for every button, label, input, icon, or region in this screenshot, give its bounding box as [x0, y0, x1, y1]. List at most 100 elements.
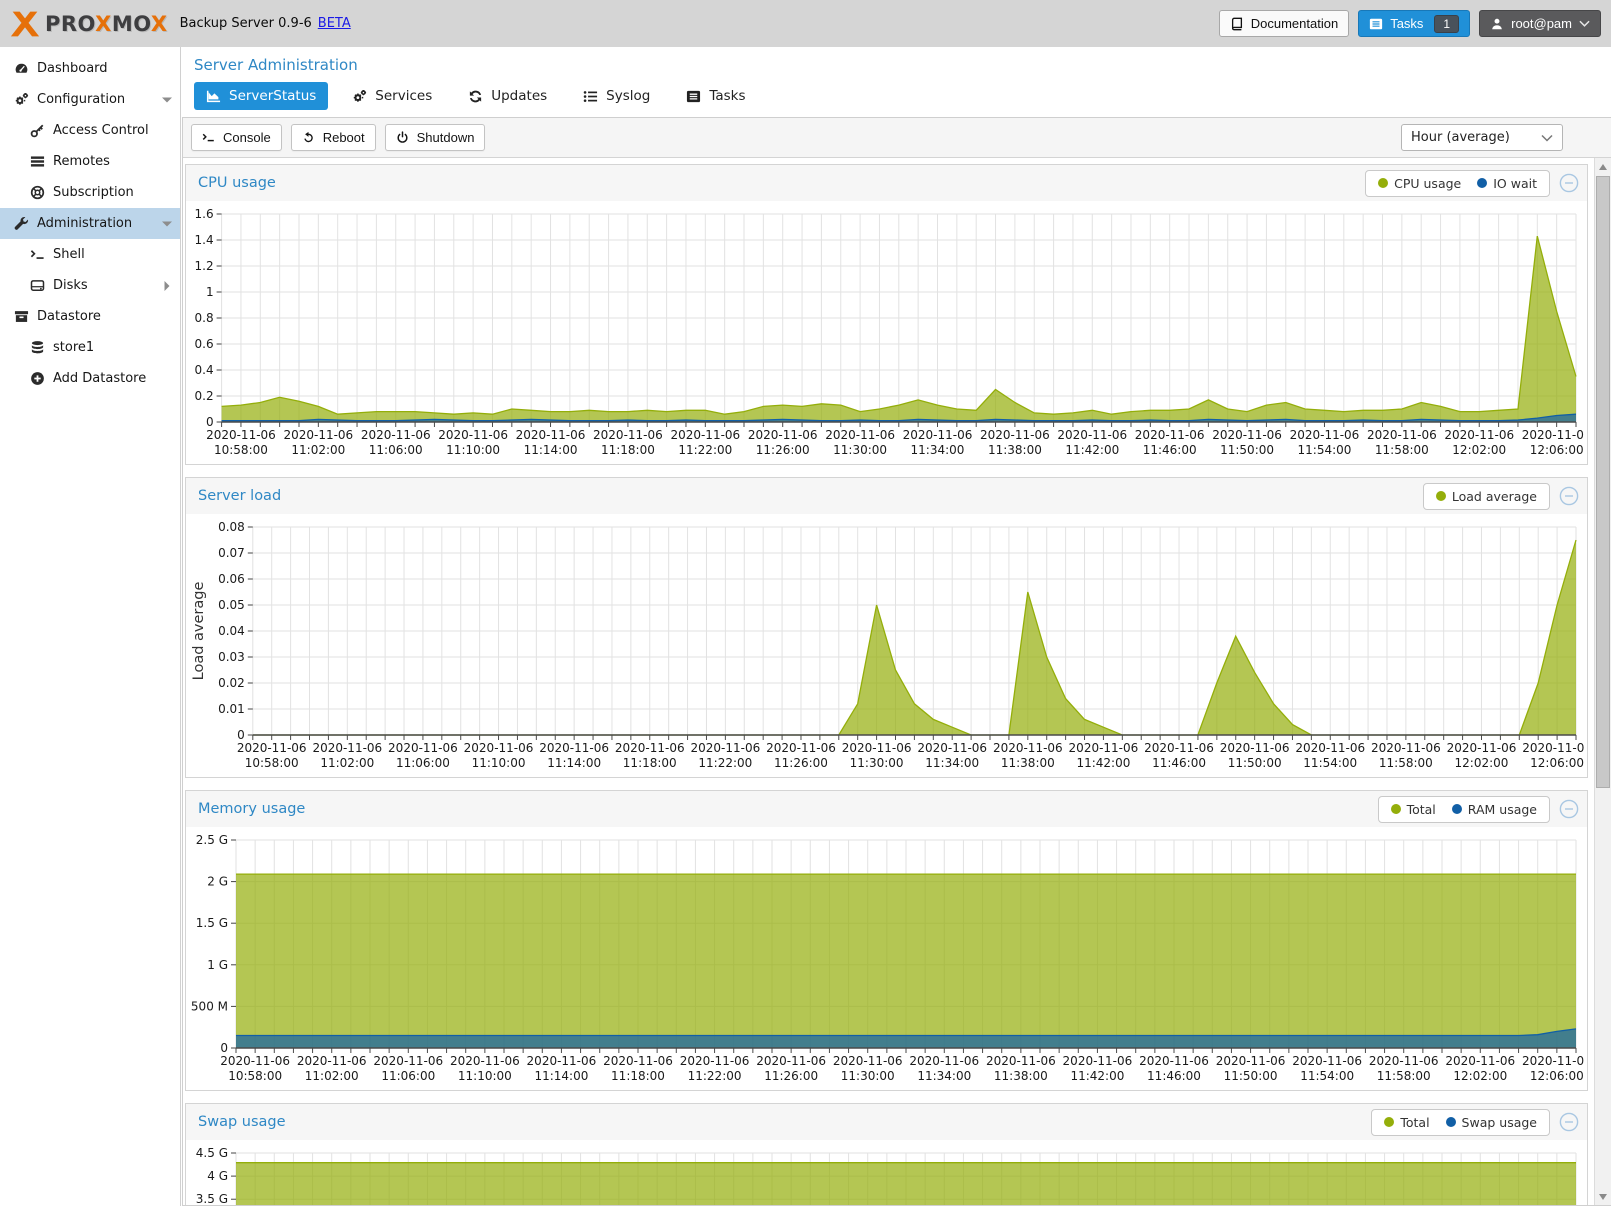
sidebar-item-dashboard[interactable]: Dashboard	[0, 53, 180, 84]
svg-text:2020-11-06: 2020-11-06	[670, 428, 740, 442]
svg-text:11:34:00: 11:34:00	[911, 443, 965, 457]
svg-text:2020-11-06: 2020-11-06	[438, 428, 508, 442]
tasks-button[interactable]: Tasks 1	[1358, 10, 1470, 37]
svg-text:11:34:00: 11:34:00	[925, 756, 979, 770]
collapse-caret-icon[interactable]	[162, 219, 172, 229]
collapse-caret-icon[interactable]	[162, 95, 172, 105]
svg-text:10:58:00: 10:58:00	[228, 1069, 282, 1083]
svg-text:2020-11-06: 2020-11-06	[603, 1054, 673, 1068]
sidebar-item-shell[interactable]: Shell	[0, 239, 180, 270]
plus-circle-icon	[29, 371, 45, 387]
sidebar-item-label: Disks	[53, 278, 88, 293]
tab-label: Services	[375, 88, 432, 104]
svg-text:2020-11-06: 2020-11-06	[680, 1054, 750, 1068]
legend-item-ram-usage[interactable]: RAM usage	[1452, 802, 1537, 817]
svg-text:11:26:00: 11:26:00	[774, 756, 828, 770]
svg-text:11:02:00: 11:02:00	[320, 756, 374, 770]
sidebar-item-subscription[interactable]: Subscription	[0, 177, 180, 208]
svg-text:11:10:00: 11:10:00	[472, 756, 526, 770]
legend-item-total[interactable]: Total	[1391, 802, 1436, 817]
tab-updates[interactable]: Updates	[456, 82, 559, 110]
svg-text:0.4: 0.4	[195, 363, 214, 377]
sidebar-item-add-datastore[interactable]: Add Datastore	[0, 363, 180, 394]
sidebar-item-access-control[interactable]: Access Control	[0, 115, 180, 146]
collapse-panel-icon[interactable]	[1559, 799, 1579, 819]
legend-item-load-average[interactable]: Load average	[1436, 489, 1537, 504]
chart-legend: Total Swap usage	[1371, 1109, 1550, 1136]
svg-text:12:06:00: 12:06:00	[1530, 1069, 1584, 1083]
tab-services[interactable]: Services	[340, 82, 444, 110]
legend-item-cpu-usage[interactable]: CPU usage	[1378, 176, 1461, 191]
legend-item-swap-usage[interactable]: Swap usage	[1446, 1115, 1537, 1130]
life-ring-icon	[29, 185, 45, 201]
svg-text:2020-11-06: 2020-11-06	[361, 428, 431, 442]
svg-text:0.06: 0.06	[218, 572, 245, 586]
scroll-thumb[interactable]	[1596, 176, 1610, 788]
server-status-panel: Console Reboot Shutdown Hour (average) C…	[182, 117, 1611, 1206]
legend-label: Load average	[1452, 489, 1537, 504]
time-range-select[interactable]: Hour (average)	[1401, 124, 1563, 151]
panel-title: CPU usage	[198, 175, 1365, 191]
svg-text:2020-11-06: 2020-11-06	[748, 428, 818, 442]
scroll-up-arrow[interactable]	[1595, 158, 1611, 175]
svg-text:11:14:00: 11:14:00	[547, 756, 601, 770]
sidebar-item-store1[interactable]: store1	[0, 332, 180, 363]
toolbar: Console Reboot Shutdown Hour (average)	[183, 118, 1611, 158]
svg-text:11:22:00: 11:22:00	[698, 756, 752, 770]
documentation-button[interactable]: Documentation	[1219, 10, 1349, 37]
svg-text:12:02:00: 12:02:00	[1455, 756, 1509, 770]
legend-dot-icon	[1391, 804, 1401, 814]
collapse-panel-icon[interactable]	[1559, 486, 1579, 506]
sidebar-item-disks[interactable]: Disks	[0, 270, 180, 301]
reboot-button[interactable]: Reboot	[291, 124, 376, 151]
sidebar-item-administration[interactable]: Administration	[0, 208, 180, 239]
svg-text:11:34:00: 11:34:00	[917, 1069, 971, 1083]
tab-tasks[interactable]: Tasks	[674, 82, 757, 110]
svg-text:2020-11-06: 2020-11-06	[373, 1054, 443, 1068]
tab-label: Syslog	[606, 88, 650, 104]
svg-text:2020-11-06: 2020-11-06	[1295, 741, 1365, 755]
expand-caret-icon[interactable]	[162, 281, 172, 291]
collapse-panel-icon[interactable]	[1559, 173, 1579, 193]
sidebar-item-remotes[interactable]: Remotes	[0, 146, 180, 177]
svg-text:2020-11-06: 2020-11-06	[1292, 1054, 1362, 1068]
svg-text:2020-11-06: 2020-11-06	[1522, 428, 1584, 442]
svg-text:11:30:00: 11:30:00	[833, 443, 887, 457]
sidebar-item-label: Configuration	[37, 92, 125, 107]
svg-text:11:10:00: 11:10:00	[458, 1069, 512, 1083]
sidebar-item-configuration[interactable]: Configuration	[0, 84, 180, 115]
collapse-panel-icon[interactable]	[1559, 1112, 1579, 1132]
user-menu-button[interactable]: root@pam	[1479, 10, 1601, 37]
beta-link[interactable]: BETA	[318, 16, 351, 31]
sidebar-item-datastore[interactable]: Datastore	[0, 301, 180, 332]
svg-text:11:14:00: 11:14:00	[534, 1069, 588, 1083]
legend-dot-icon	[1436, 491, 1446, 501]
vertical-scrollbar[interactable]	[1594, 158, 1611, 1205]
svg-text:2020-11-06: 2020-11-06	[1444, 428, 1514, 442]
terminal-icon	[29, 247, 45, 263]
shutdown-button[interactable]: Shutdown	[385, 124, 486, 151]
svg-text:11:22:00: 11:22:00	[678, 443, 732, 457]
svg-text:1.2: 1.2	[195, 259, 214, 273]
tab-serverstatus[interactable]: ServerStatus	[194, 82, 328, 110]
svg-text:11:42:00: 11:42:00	[1076, 756, 1130, 770]
svg-text:11:18:00: 11:18:00	[601, 443, 655, 457]
main-content: Server Administration ServerStatusServic…	[182, 47, 1611, 1206]
chart-legend: Load average	[1423, 483, 1550, 510]
svg-text:2020-11-06: 2020-11-06	[1522, 741, 1584, 755]
svg-text:0: 0	[220, 1041, 228, 1055]
svg-text:11:38:00: 11:38:00	[988, 443, 1042, 457]
scroll-down-arrow[interactable]	[1595, 1188, 1611, 1205]
svg-text:Load average: Load average	[191, 582, 207, 681]
svg-text:11:18:00: 11:18:00	[623, 756, 677, 770]
tab-syslog[interactable]: Syslog	[571, 82, 662, 110]
svg-text:2020-11-06: 2020-11-06	[1445, 1054, 1515, 1068]
panel-header: Server loadLoad average	[186, 478, 1587, 514]
svg-text:1.6: 1.6	[195, 207, 214, 221]
console-button[interactable]: Console	[191, 124, 282, 151]
svg-text:0: 0	[206, 415, 214, 429]
legend-item-total[interactable]: Total	[1384, 1115, 1429, 1130]
legend-label: Total	[1400, 1115, 1429, 1130]
legend-item-io-wait[interactable]: IO wait	[1477, 176, 1537, 191]
memory-usage-chart: 0500 M1 G1.5 G2 G2.5 G2020-11-0610:58:00…	[186, 827, 1587, 1090]
